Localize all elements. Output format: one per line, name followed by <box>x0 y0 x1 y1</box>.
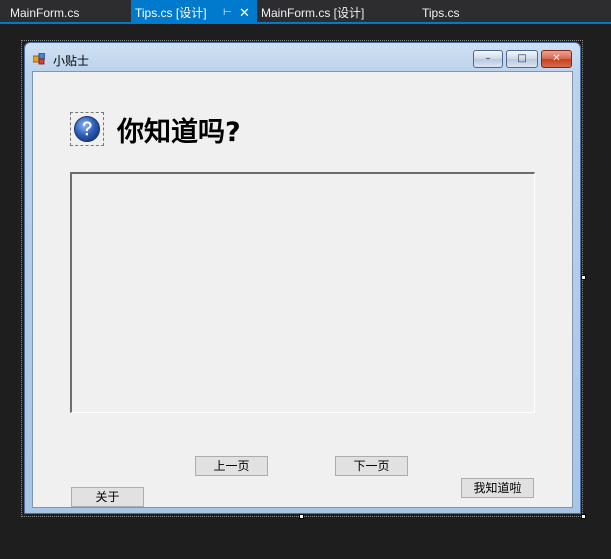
tab-tips-cs[interactable]: Tips.cs <box>422 0 460 22</box>
pin-icon[interactable]: ⊢ <box>223 0 232 26</box>
close-icon[interactable]: ✕ <box>239 0 250 26</box>
document-tab-strip: MainForm.cs Tips.cs [设计] ⊢ ✕ MainForm.cs… <box>0 0 611 24</box>
prev-page-button[interactable]: 上一页 <box>195 456 268 476</box>
tip-textbox[interactable] <box>70 172 535 413</box>
resize-handle-right[interactable] <box>581 275 586 280</box>
close-icon: ✕ <box>552 53 561 64</box>
got-it-button[interactable]: 我知道啦 <box>461 478 534 498</box>
maximize-button[interactable]: □ <box>506 50 538 68</box>
tab-tips-design[interactable]: Tips.cs [设计] ⊢ ✕ <box>131 0 257 22</box>
tab-label: MainForm.cs [设计] <box>261 6 365 20</box>
tab-label: Tips.cs <box>422 6 460 20</box>
minimize-icon: – <box>485 53 491 64</box>
question-mark-icon <box>74 116 100 142</box>
about-button[interactable]: 关于 <box>71 487 144 507</box>
resize-handle-bottom[interactable] <box>299 514 304 519</box>
maximize-icon: □ <box>517 53 527 64</box>
form-titlebar[interactable]: 小贴士 – □ ✕ <box>25 43 580 71</box>
heading-label: 你知道吗? <box>117 117 241 148</box>
form-app-icon <box>33 53 45 65</box>
resize-handle-corner[interactable] <box>581 514 586 519</box>
help-picturebox[interactable] <box>70 112 104 146</box>
tab-label: Tips.cs [设计] <box>135 6 207 20</box>
form-title: 小贴士 <box>53 54 90 68</box>
form-client-area: 你知道吗? 上一页 下一页 关于 我知道啦 <box>32 71 573 508</box>
tab-mainform-cs[interactable]: MainForm.cs <box>10 0 79 22</box>
minimize-button[interactable]: – <box>473 50 503 68</box>
next-page-button[interactable]: 下一页 <box>335 456 408 476</box>
tab-label: MainForm.cs <box>10 6 80 20</box>
tab-mainform-design[interactable]: MainForm.cs [设计] <box>261 0 364 22</box>
close-button[interactable]: ✕ <box>541 50 572 68</box>
form-window[interactable]: 小贴士 – □ ✕ 你知道吗? 上一页 下一页 关于 我知道啦 <box>24 42 581 514</box>
